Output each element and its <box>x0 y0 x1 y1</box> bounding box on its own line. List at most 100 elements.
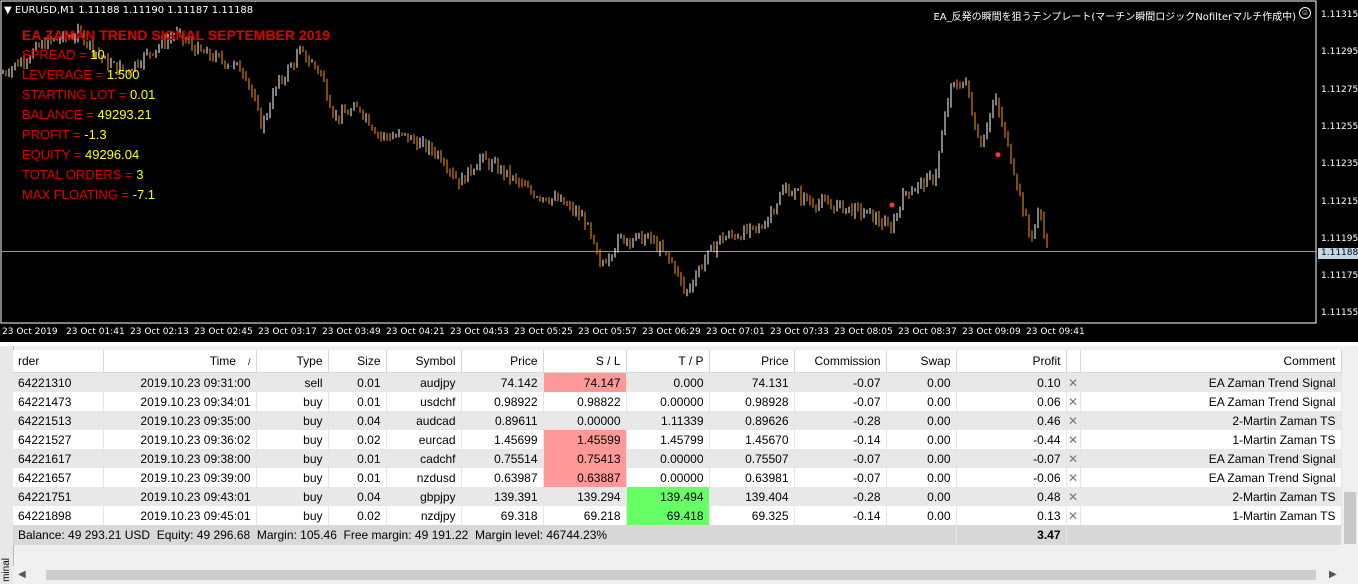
column-header-label: Size <box>357 354 381 368</box>
table-row[interactable]: 64221617 2019.10.23 09:38:00 buy 0.01 cadchf… <box>13 449 1342 468</box>
column-header[interactable]: Profit <box>956 350 1067 373</box>
cell-profit: 0.06 <box>956 392 1067 411</box>
horizontal-scroll-thumb[interactable] <box>46 570 1316 580</box>
cell-profit: -0.44 <box>956 430 1067 449</box>
column-header[interactable]: Price <box>461 350 544 373</box>
terminal-side-tab[interactable]: minal <box>0 346 14 584</box>
cell-price: 139.391 <box>461 487 544 506</box>
cell-profit: 0.46 <box>956 411 1067 430</box>
info-value: 49293.21 <box>97 107 152 122</box>
cell-type: buy <box>256 430 329 449</box>
info-line: SPREAD = 10 <box>22 47 105 62</box>
cell-swap: 0.00 <box>886 506 957 525</box>
info-value: 49296.04 <box>84 147 140 162</box>
cell-time: 2019.10.23 09:34:01 <box>103 392 257 411</box>
column-header[interactable]: Swap <box>886 350 957 373</box>
smiley-icon[interactable]: ☺ <box>1299 7 1311 19</box>
time-axis-label: 23 Oct 04:21 <box>386 327 445 337</box>
chart-ohlc: 1.11188 1.11190 1.11187 1.11188 <box>78 5 254 16</box>
cell-price: 74.142 <box>461 372 544 392</box>
cell-commission: -0.07 <box>794 392 887 411</box>
info-line: LEVERAGE = 1:500 <box>22 67 139 82</box>
column-header[interactable]: rder <box>13 350 104 373</box>
vertical-scroll-thumb[interactable] <box>1344 492 1356 544</box>
cell-tp: 0.000 <box>626 372 710 392</box>
cell-order: 64221513 <box>13 411 104 430</box>
cell-cur: 69.325 <box>709 506 795 525</box>
symbol-dropdown-icon[interactable]: ▼ <box>4 5 12 16</box>
cell-symbol: nzdusd <box>386 468 462 487</box>
info-label: SPREAD = <box>22 47 91 62</box>
info-title: EA ZAMAN TREND SIGNAL SEPTEMBER 2019 <box>22 27 331 43</box>
cell-profit: -0.06 <box>956 468 1067 487</box>
column-header-label: rder <box>18 354 40 368</box>
sort-icon: / <box>247 357 251 367</box>
table-row[interactable]: 64221657 2019.10.23 09:39:00 buy 0.01 nzdusd… <box>13 468 1342 487</box>
cell-type: sell <box>256 372 329 392</box>
cell-comment: 2-Martin Zaman TS <box>1080 487 1342 506</box>
close-order-icon[interactable]: ✕ <box>1066 430 1081 449</box>
trade-marker <box>995 152 1001 158</box>
column-header[interactable]: Commission <box>794 350 887 373</box>
cell-type: buy <box>256 411 329 430</box>
cell-cur: 0.75507 <box>709 449 795 468</box>
table-row[interactable]: 64221310 2019.10.23 09:31:00 sell 0.01 audjp… <box>13 372 1342 392</box>
close-order-icon[interactable]: ✕ <box>1066 411 1081 430</box>
table-row[interactable]: 64221513 2019.10.23 09:35:00 buy 0.04 audcad… <box>13 411 1342 430</box>
current-price-label: 1.11188 <box>1318 248 1358 259</box>
column-header[interactable]: Size <box>328 350 387 373</box>
column-header-label: Comment <box>1283 354 1336 368</box>
chart-symbol: EURUSD,M1 <box>14 5 76 16</box>
column-header[interactable]: Price <box>709 350 795 373</box>
info-value: -1.3 <box>84 127 107 142</box>
time-axis-label: 23 Oct 08:37 <box>898 327 957 337</box>
scroll-left-icon[interactable]: ◀ <box>18 569 26 580</box>
column-header-label: Time <box>209 354 236 368</box>
cell-sl: 139.294 <box>543 487 627 506</box>
column-header[interactable] <box>1066 350 1081 373</box>
scroll-right-icon[interactable]: ▶ <box>1329 569 1337 580</box>
column-header-label: S / L <box>595 354 621 368</box>
close-order-icon[interactable]: ✕ <box>1066 468 1081 487</box>
price-chart[interactable]: ▼ EURUSD,M1 1.11188 1.11190 1.11187 1.11… <box>0 0 1358 342</box>
table-row[interactable]: 64221898 2019.10.23 09:45:01 buy 0.02 nzdjpy… <box>13 506 1342 525</box>
column-header-label: Type <box>296 354 323 368</box>
cell-size: 0.01 <box>328 392 387 411</box>
column-header[interactable]: Type <box>256 350 329 373</box>
column-header[interactable]: Time / <box>103 350 257 373</box>
time-axis-label: 23 Oct 03:17 <box>258 327 317 337</box>
cell-profit: -0.07 <box>956 449 1067 468</box>
close-order-icon[interactable]: ✕ <box>1066 487 1081 506</box>
time-axis-label: 23 Oct 08:05 <box>834 327 893 337</box>
info-label: MAX FLOATING = <box>22 187 133 202</box>
column-header[interactable]: Comment <box>1080 350 1342 373</box>
info-line: STARTING LOT = 0.01 <box>22 87 155 102</box>
cell-symbol: nzdjpy <box>386 506 462 525</box>
time-axis-label: 23 Oct 03:49 <box>322 327 381 337</box>
close-order-icon[interactable]: ✕ <box>1066 392 1081 411</box>
price-axis-label: 1.11155 <box>1321 308 1358 319</box>
cell-type: buy <box>256 392 329 411</box>
cell-price: 0.98922 <box>461 392 544 411</box>
time-axis-label: 23 Oct 09:09 <box>962 327 1021 337</box>
table-row[interactable]: 64221527 2019.10.23 09:36:02 buy 0.02 eurcad… <box>13 430 1342 449</box>
terminal-panel: minal rder Time / Type Size Symbol Price S / L T… <box>0 346 1358 584</box>
column-header-label: Price <box>510 354 538 368</box>
table-row[interactable]: 64221473 2019.10.23 09:34:01 buy 0.01 usdchf… <box>13 392 1342 411</box>
close-order-icon[interactable]: ✕ <box>1066 449 1081 468</box>
column-header[interactable]: T / P <box>626 350 710 373</box>
close-order-icon[interactable]: ✕ <box>1066 506 1081 525</box>
close-order-icon[interactable]: ✕ <box>1066 372 1081 392</box>
cell-commission: -0.07 <box>794 468 887 487</box>
cell-comment: EA Zaman Trend Signal <box>1080 372 1342 392</box>
time-axis-label: 23 Oct 05:57 <box>578 327 637 337</box>
cell-comment: EA Zaman Trend Signal <box>1080 468 1342 487</box>
time-axis-label: 23 Oct 07:33 <box>770 327 829 337</box>
cell-price: 0.75514 <box>461 449 544 468</box>
cell-comment: EA Zaman Trend Signal <box>1080 392 1342 411</box>
cell-time: 2019.10.23 09:45:01 <box>103 506 257 525</box>
column-header[interactable]: S / L <box>543 350 627 373</box>
table-row[interactable]: 64221751 2019.10.23 09:43:01 buy 0.04 gbpjpy… <box>13 487 1342 506</box>
expert-name: EA_反発の瞬間を狙うテンプレート(マーチン瞬間ロジックNofilterマルチ作… <box>933 12 1296 23</box>
column-header[interactable]: Symbol <box>386 350 462 373</box>
